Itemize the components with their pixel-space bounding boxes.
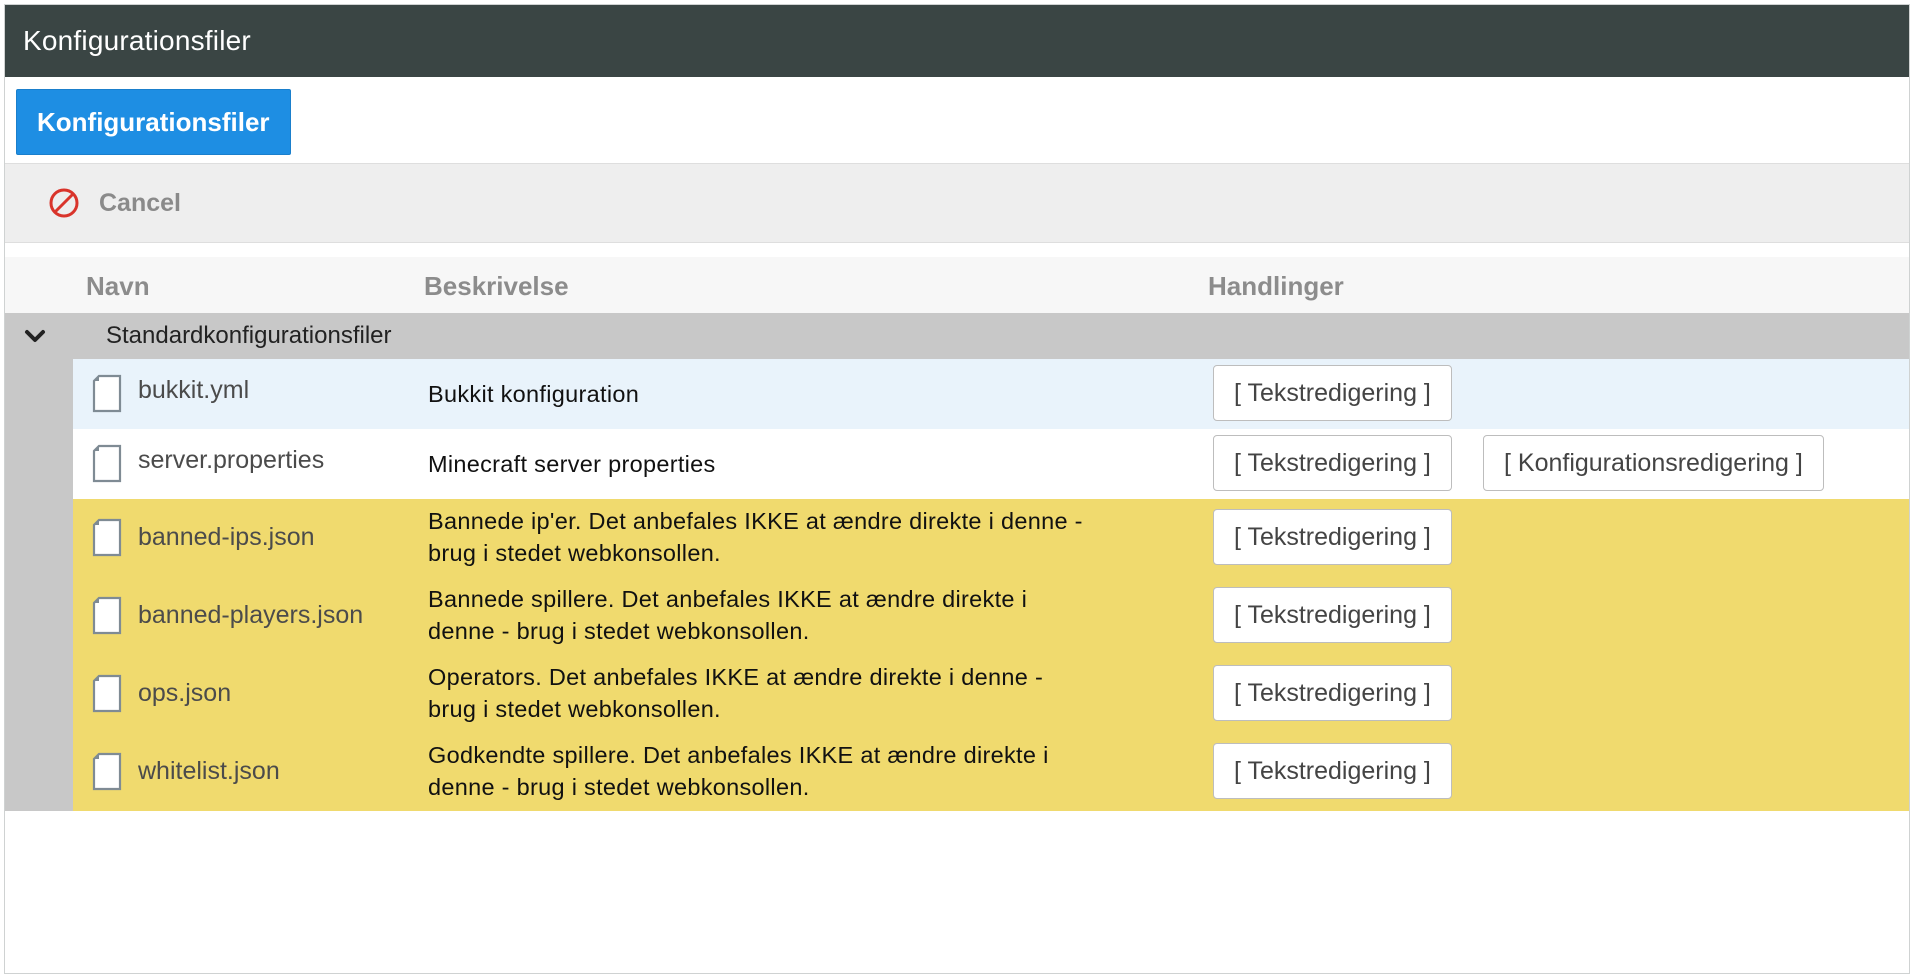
- text-edit-button[interactable]: [ Tekstredigering ]: [1213, 435, 1452, 491]
- chevron-down-icon[interactable]: [21, 322, 49, 350]
- tab-bar: Konfigurationsfiler: [5, 77, 1909, 163]
- tab-konfigurationsfiler[interactable]: Konfigurationsfiler: [16, 89, 291, 155]
- action-toolbar: Cancel: [5, 163, 1909, 243]
- text-edit-button[interactable]: [ Tekstredigering ]: [1213, 743, 1452, 799]
- file-icon: [92, 444, 122, 483]
- file-description: Godkendte spillere. Det anbefales IKKE a…: [428, 739, 1188, 803]
- group-body: bukkit.yml Bukkit konfiguration [ Tekstr…: [5, 359, 1909, 811]
- file-icon: [92, 596, 122, 635]
- file-icon: [92, 518, 122, 557]
- window-title: Konfigurationsfiler: [23, 25, 251, 56]
- table-header: Navn Beskrivelse Handlinger: [5, 257, 1909, 313]
- group-header-standard[interactable]: Standardkonfigurationsfiler: [5, 313, 1909, 359]
- table-row[interactable]: whitelist.json Godkendte spillere. Det a…: [73, 733, 1909, 811]
- file-description-line: brug i stedet webkonsollen.: [428, 696, 721, 722]
- group-label: Standardkonfigurationsfiler: [106, 322, 392, 349]
- text-edit-button[interactable]: [ Tekstredigering ]: [1213, 509, 1452, 565]
- cancel-button[interactable]: Cancel: [47, 186, 181, 220]
- file-description-line: brug i stedet webkonsollen.: [428, 540, 721, 566]
- file-description-line: Godkendte spillere. Det anbefales IKKE a…: [428, 742, 1049, 768]
- file-description-line: Operators. Det anbefales IKKE at ændre d…: [428, 664, 1044, 690]
- file-description: Minecraft server properties: [428, 451, 716, 477]
- file-name[interactable]: banned-ips.json: [138, 523, 315, 552]
- file-description: Operators. Det anbefales IKKE at ændre d…: [428, 661, 1188, 725]
- file-name[interactable]: bukkit.yml: [138, 376, 249, 405]
- file-description: Bannede ip'er. Det anbefales IKKE at ænd…: [428, 505, 1188, 569]
- file-icon: [92, 374, 122, 413]
- file-name[interactable]: ops.json: [138, 679, 231, 708]
- config-edit-button[interactable]: [ Konfigurationsredigering ]: [1483, 435, 1824, 491]
- file-icon: [92, 674, 122, 713]
- header-name: Navn: [86, 271, 150, 301]
- group-gutter: [5, 359, 73, 811]
- file-name[interactable]: server.properties: [138, 446, 324, 475]
- cancel-label: Cancel: [99, 188, 181, 217]
- text-edit-button[interactable]: [ Tekstredigering ]: [1213, 365, 1452, 421]
- window-titlebar: Konfigurationsfiler: [5, 5, 1909, 77]
- table-row[interactable]: bukkit.yml Bukkit konfiguration [ Tekstr…: [73, 359, 1909, 429]
- table-row[interactable]: banned-ips.json Bannede ip'er. Det anbef…: [73, 499, 1909, 577]
- file-description-line: denne - brug i stedet webkonsollen.: [428, 774, 810, 800]
- file-icon: [92, 752, 122, 791]
- table-row[interactable]: banned-players.json Bannede spillere. De…: [73, 577, 1909, 655]
- file-description-line: Bannede spillere. Det anbefales IKKE at …: [428, 586, 1028, 612]
- cancel-icon: [49, 188, 79, 218]
- text-edit-button[interactable]: [ Tekstredigering ]: [1213, 587, 1452, 643]
- table-row[interactable]: server.properties Minecraft server prope…: [73, 429, 1909, 499]
- header-actions: Handlinger: [1208, 271, 1344, 301]
- header-description: Beskrivelse: [424, 271, 569, 301]
- file-name[interactable]: banned-players.json: [138, 601, 363, 630]
- table-row[interactable]: ops.json Operators. Det anbefales IKKE a…: [73, 655, 1909, 733]
- file-description-line: denne - brug i stedet webkonsollen.: [428, 618, 810, 644]
- file-description: Bannede spillere. Det anbefales IKKE at …: [428, 583, 1188, 647]
- text-edit-button[interactable]: [ Tekstredigering ]: [1213, 665, 1452, 721]
- file-name[interactable]: whitelist.json: [138, 757, 280, 786]
- file-description: Bukkit konfiguration: [428, 381, 640, 407]
- file-description-line: Bannede ip'er. Det anbefales IKKE at ænd…: [428, 508, 1083, 534]
- config-files-window: Konfigurationsfiler Konfigurationsfiler …: [4, 4, 1910, 974]
